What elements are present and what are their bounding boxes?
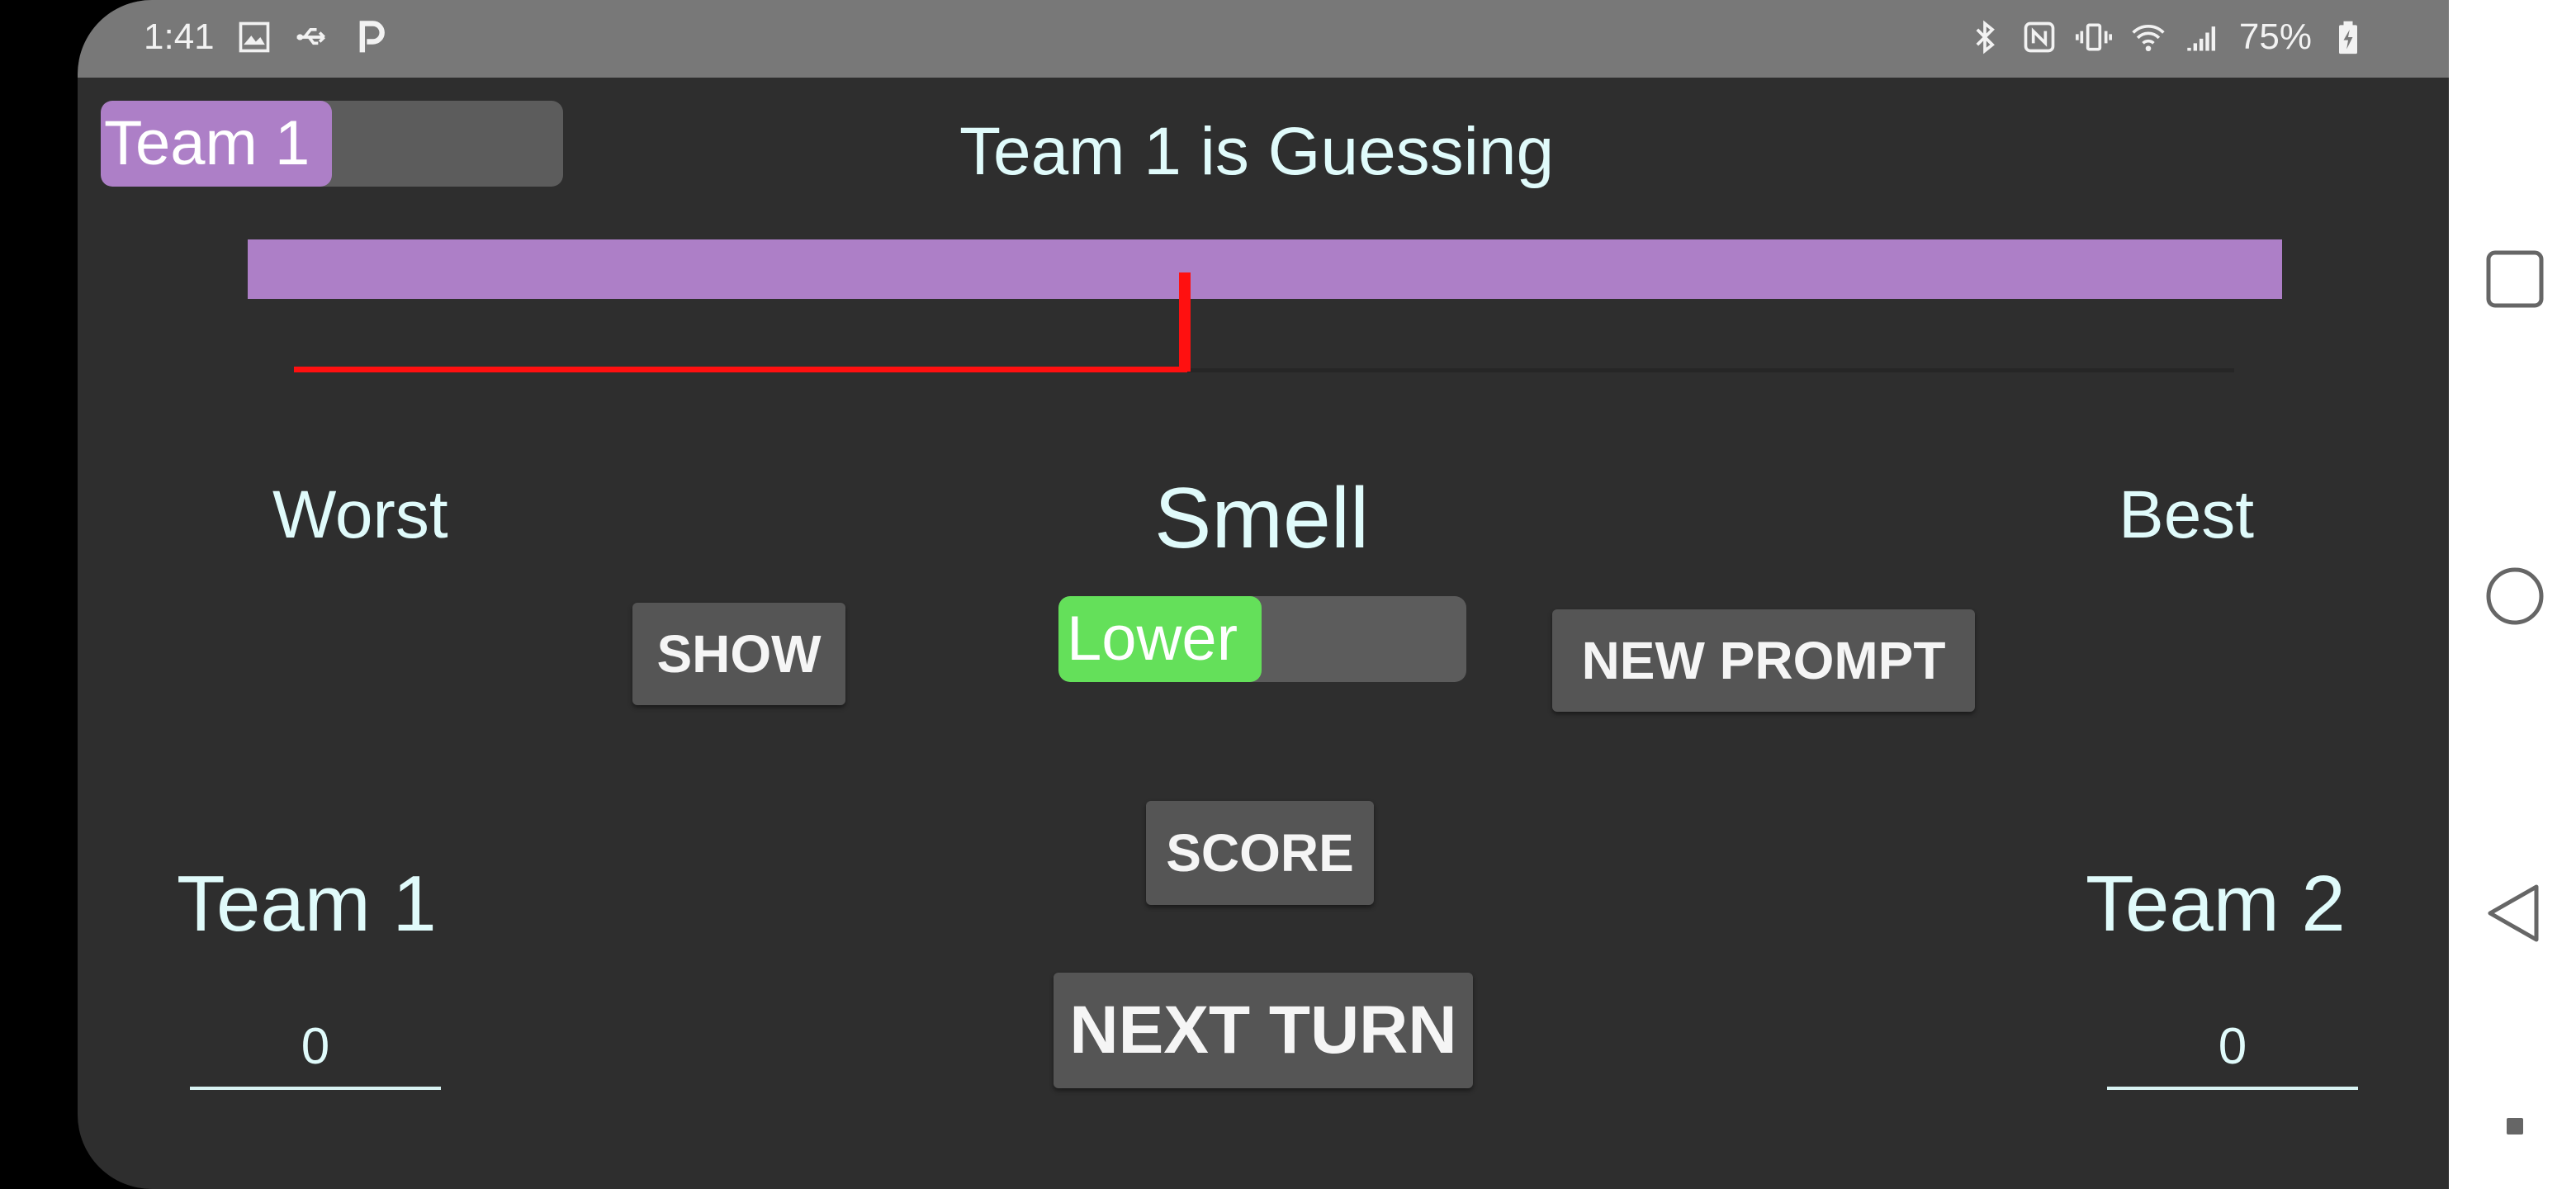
battery-charging-icon [2339, 21, 2357, 54]
spectrum-red-marker[interactable] [1179, 272, 1191, 372]
score-button[interactable]: SCORE [1146, 801, 1374, 905]
lower-toggle[interactable]: Lower [1058, 596, 1466, 682]
vibrate-icon [2075, 23, 2112, 51]
spectrum-bar [248, 239, 2282, 299]
team-toggle[interactable]: Team 1 [101, 101, 563, 187]
usb-icon [296, 28, 325, 45]
spectrum-red-line [294, 367, 1187, 372]
battery-percent: 75% [2238, 17, 2312, 57]
app-screen: 1:41 75% Team 1 Team 1 is Guessing Worst… [78, 0, 2449, 1189]
lower-toggle-label: Lower [1067, 604, 1238, 674]
team1-score-input[interactable]: 0 [190, 1014, 441, 1080]
guessing-status: Team 1 is Guessing [959, 114, 1555, 189]
wifi-icon [2132, 24, 2165, 52]
new-prompt-button[interactable]: NEW PROMPT [1552, 609, 1975, 712]
team-toggle-label: Team 1 [104, 108, 310, 178]
team1-score-underline [190, 1087, 441, 1090]
bluetooth-icon [1976, 20, 1995, 54]
home-icon[interactable] [2482, 563, 2548, 629]
nav-dot-icon [2507, 1118, 2523, 1135]
navigation-bar [2449, 0, 2576, 1189]
nfc-icon [2024, 21, 2055, 53]
recents-icon[interactable] [2482, 246, 2548, 312]
next-turn-button[interactable]: NEXT TURN [1054, 973, 1473, 1088]
status-time: 1:41 [144, 17, 215, 57]
prompt-right-label: Best [2119, 477, 2255, 552]
team2-score-underline [2107, 1087, 2358, 1090]
status-bar: 1:41 75% [78, 0, 2449, 78]
team2-score-input[interactable]: 0 [2107, 1014, 2358, 1080]
team2-score-label: Team 2 [2086, 860, 2346, 948]
show-button[interactable]: SHOW [632, 603, 845, 705]
signal-icon [2187, 26, 2215, 51]
image-icon [239, 21, 269, 53]
p-app-icon [359, 21, 385, 53]
team1-score-label: Team 1 [177, 860, 437, 948]
prompt-left-label: Worst [272, 477, 448, 552]
prompt-center-label: Smell [1154, 471, 1370, 566]
back-icon[interactable] [2482, 880, 2548, 946]
